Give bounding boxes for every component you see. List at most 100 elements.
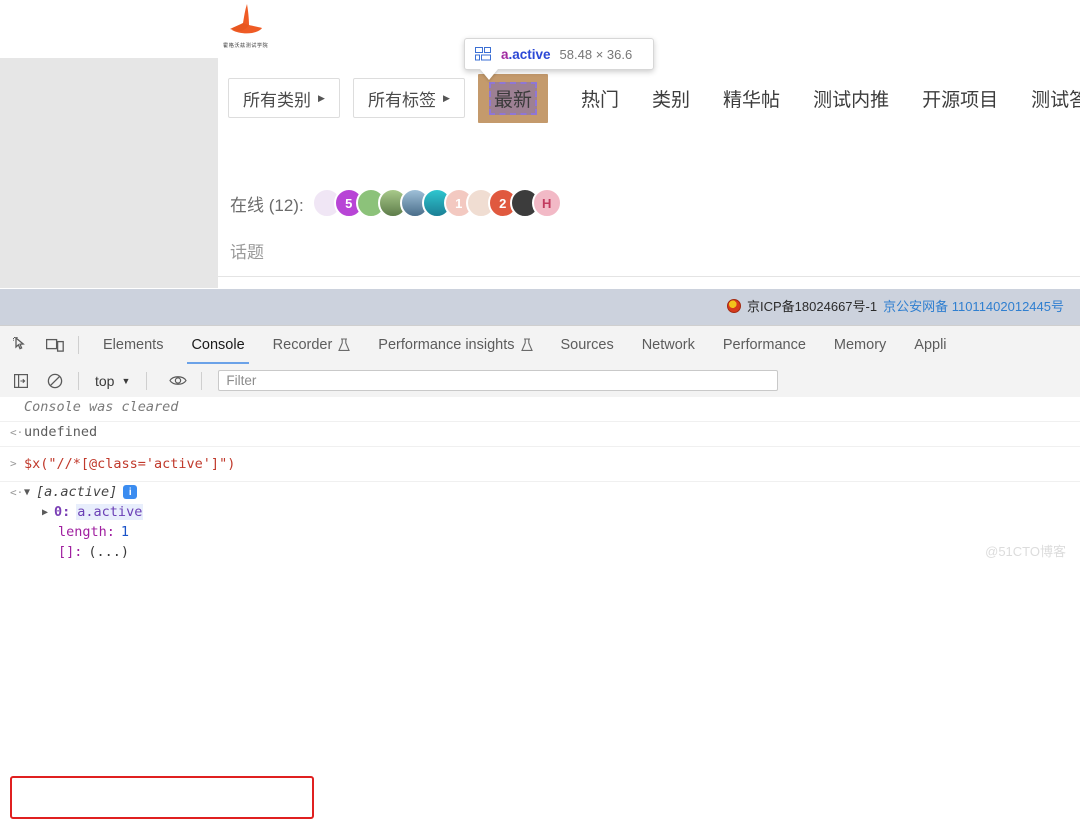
watermark: @51CTO博客: [985, 544, 1066, 559]
site-logo[interactable]: 霍格沃兹测试学院: [206, 2, 286, 56]
online-users-label: 在线 (12):: [230, 195, 304, 215]
flask-icon: [338, 338, 351, 351]
console-row-undefined: <· undefined: [0, 422, 1080, 447]
context-label: top: [95, 372, 115, 389]
tab-network[interactable]: Network: [628, 326, 709, 364]
nav-item-latest-label: 最新: [494, 89, 533, 111]
devtools-panel: Elements Console Recorder Performance in…: [0, 325, 1080, 819]
tab-label: Console: [191, 337, 245, 353]
tab-performance[interactable]: Performance: [709, 326, 820, 364]
toolbar-divider: [78, 336, 79, 354]
flask-icon: [520, 338, 533, 351]
result-prompt-icon: <·: [10, 426, 24, 439]
nav-item-latest-highlighted[interactable]: 最新: [478, 73, 549, 123]
tab-label: Memory: [833, 337, 887, 353]
console-row-cleared: Console was cleared: [0, 397, 1080, 422]
tooltip-class-name: .active: [508, 46, 551, 62]
console-undefined-value: undefined: [24, 424, 98, 440]
inspect-margin-box: 最新: [478, 73, 549, 123]
online-users-row: 在线 (12): 5 1 2 H: [230, 186, 562, 220]
result-array-header[interactable]: ▼ [a.active] i: [24, 484, 143, 500]
all-tags-dropdown[interactable]: 所有标签 ▶: [353, 78, 465, 118]
tab-memory[interactable]: Memory: [820, 326, 900, 364]
console-toolbar: top ▼ Filter: [0, 364, 1080, 398]
all-categories-dropdown[interactable]: 所有类别 ▶: [228, 78, 340, 118]
toolbar-divider: [201, 371, 203, 390]
entry-key: []:: [58, 544, 83, 560]
console-sidebar-icon[interactable]: [8, 368, 34, 394]
filter-placeholder: Filter: [226, 373, 257, 388]
police-record-link[interactable]: 京公安网备 11011402012445号: [883, 296, 1064, 315]
tab-console[interactable]: Console: [177, 326, 258, 364]
element-inspect-tooltip: a.active 58.48 × 36.6: [464, 38, 654, 70]
input-prompt-icon: >: [10, 457, 17, 470]
expander-triangle-down-icon[interactable]: ▼: [24, 487, 30, 498]
main-content-column: 所有类别 ▶ 所有标签 ▶ 最新 热门 类别 精华帖 测试内推 开源项目 测试答…: [218, 58, 1080, 322]
console-log-area[interactable]: Console was cleared <· undefined > $x("/…: [0, 397, 1080, 569]
console-cleared-message: Console was cleared: [24, 399, 179, 415]
result-array-value: [a.active]: [36, 484, 118, 500]
nav-item-hot[interactable]: 热门: [581, 85, 619, 112]
tab-label: Recorder: [272, 337, 333, 353]
all-categories-label: 所有类别: [243, 90, 312, 110]
devtools-tabbar: Elements Console Recorder Performance in…: [0, 326, 1080, 365]
entry-key: length:: [58, 524, 115, 540]
topic-column-header: 话题: [230, 243, 264, 262]
result-entry-proto[interactable]: []: (...): [24, 544, 143, 560]
chevron-right-icon: ▶: [443, 92, 450, 103]
tab-sources[interactable]: Sources: [547, 326, 628, 364]
tab-label: Network: [641, 337, 695, 353]
all-tags-label: 所有标签: [368, 90, 437, 110]
tooltip-tag-name: a: [501, 46, 509, 62]
console-input-command: $x("//*[@class='active']"): [24, 456, 236, 472]
execution-context-dropdown[interactable]: top ▼: [89, 373, 136, 389]
browser-page-area: 霍格沃兹测试学院 所有类别 ▶ 所有标签 ▶ 最新 热门 类别 精华帖 测试内推…: [0, 0, 1080, 325]
info-icon[interactable]: i: [123, 485, 138, 499]
tab-label: Performance insights: [378, 337, 515, 353]
clear-console-icon[interactable]: [42, 368, 68, 394]
tooltip-arrow: [480, 69, 498, 80]
console-row-result: <· ▼ [a.active] i ▶ 0: a.active length: …: [0, 482, 1080, 562]
wizard-hat-logo-icon: [230, 4, 262, 34]
result-entry-0[interactable]: ▶ 0: a.active: [24, 504, 144, 520]
toolbar-divider: [146, 371, 148, 390]
avatar[interactable]: H: [531, 188, 562, 218]
tab-performance-insights[interactable]: Performance insights: [364, 326, 546, 364]
icp-footer: 京ICP备18024667号-1 京公安网备 11011402012445号: [727, 296, 1064, 315]
expander-triangle-right-icon[interactable]: ▶: [42, 507, 48, 518]
entry-key: 0:: [54, 504, 71, 520]
inspect-element-icon[interactable]: [8, 332, 34, 358]
device-toolbar-icon[interactable]: [42, 332, 68, 358]
console-row-input[interactable]: > $x("//*[@class='active']"): [0, 447, 1080, 482]
chevron-down-icon: ▼: [121, 375, 131, 386]
nav-item-opensource[interactable]: 开源项目: [922, 85, 998, 112]
inspect-content-box: 最新: [489, 81, 538, 115]
logo-caption: 霍格沃兹测试学院: [223, 42, 269, 49]
topic-divider: [218, 276, 1080, 277]
toolbar-divider: [78, 371, 79, 390]
nav-item-qa[interactable]: 测试答疑: [1031, 85, 1080, 112]
nav-item-category[interactable]: 类别: [652, 85, 690, 112]
entry-value[interactable]: (...): [88, 544, 129, 560]
police-badge-icon: [727, 298, 742, 313]
tab-label: Elements: [103, 337, 164, 353]
tab-label: Performance: [722, 337, 806, 353]
nav-item-featured[interactable]: 精华帖: [723, 85, 780, 112]
live-expression-eye-icon[interactable]: [165, 368, 191, 394]
tab-elements[interactable]: Elements: [89, 326, 177, 364]
console-filter-input[interactable]: Filter: [218, 370, 779, 391]
nav-item-job-referral[interactable]: 测试内推: [813, 85, 889, 112]
tab-label: Appli: [914, 337, 947, 353]
tab-application[interactable]: Appli: [900, 326, 960, 364]
tooltip-element-selector: a.active: [501, 47, 551, 62]
icp-number: 京ICP备18024667号-1: [747, 299, 878, 314]
tooltip-dimensions: 58.48 × 36.6: [559, 46, 633, 62]
layout-grid-icon: [475, 47, 491, 61]
tab-label: Sources: [560, 337, 614, 353]
tab-recorder[interactable]: Recorder: [259, 326, 365, 364]
result-entry-length: length: 1: [24, 524, 143, 540]
category-nav-row: 所有类别 ▶ 所有标签 ▶ 最新 热门 类别 精华帖 测试内推 开源项目 测试答…: [228, 73, 1080, 123]
result-prompt-icon: <·: [10, 486, 24, 499]
chevron-right-icon: ▶: [318, 92, 325, 103]
entry-value[interactable]: a.active: [76, 504, 144, 520]
